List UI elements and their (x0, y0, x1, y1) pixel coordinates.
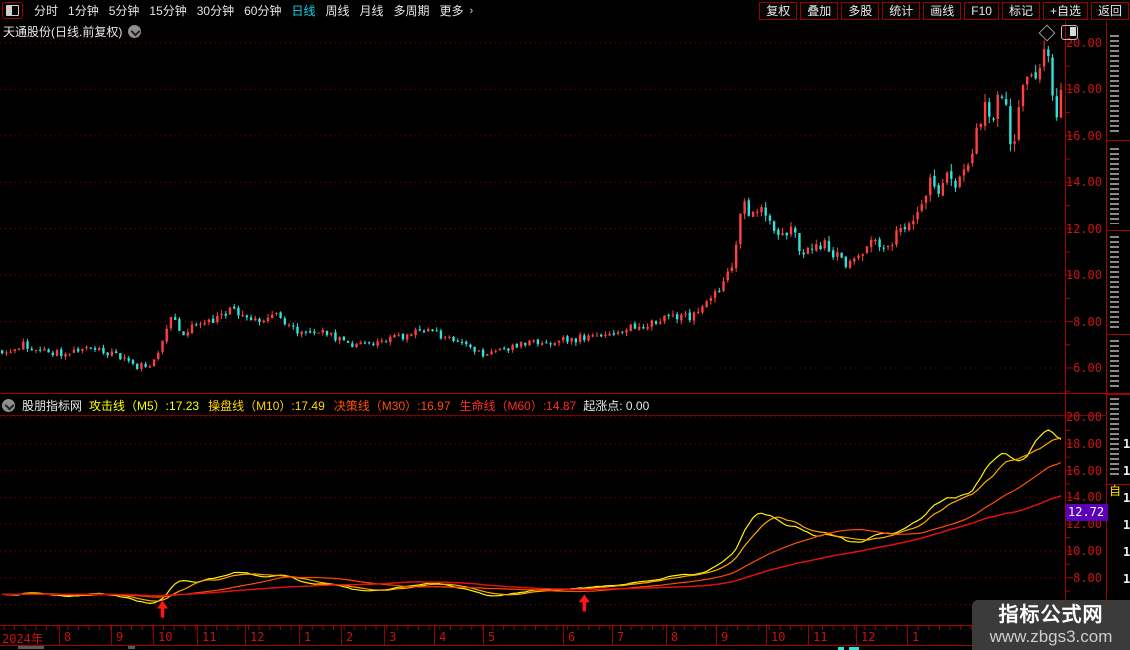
sub-axis-label: 8.00 (1073, 570, 1102, 585)
sub-axis-label: 14.00 (1065, 490, 1102, 505)
rise-point-text: 起涨点: (583, 399, 623, 413)
period-item-5分钟[interactable]: 5分钟 (104, 2, 145, 19)
diamond-icon[interactable] (1038, 24, 1056, 41)
date-axis-label: 2024年 (2, 632, 43, 646)
date-axis-label: 9 (116, 630, 124, 644)
chart-corner-icons (1038, 24, 1078, 41)
date-axis-label: 12 (250, 630, 265, 644)
date-axis-label: 11 (813, 630, 828, 644)
date-axis-label: 10 (771, 630, 786, 644)
date-axis-label: 6 (568, 630, 576, 644)
toolbar-button-多股[interactable]: 多股 (841, 1, 880, 20)
sub-axis-label: 20.00 (1065, 410, 1102, 424)
toolbar-button-标记[interactable]: 标记 (1001, 1, 1040, 20)
clipped-vertical-text (1110, 148, 1119, 224)
main-axis-label: 8.00 (1073, 314, 1102, 329)
toolbar-button-统计[interactable]: 统计 (882, 1, 921, 20)
ma-line-10 (2, 437, 1062, 602)
date-axis-label: 9 (721, 630, 729, 644)
clipped-tab-label[interactable]: 自 (1109, 482, 1121, 499)
clipped-vertical-text (1110, 236, 1119, 328)
toolbar-button-画线[interactable]: 画线 (923, 1, 962, 20)
rise-point-arrow-icon (156, 600, 168, 618)
indicator-line-value: 生命线（M60）:14.87 (459, 399, 577, 413)
period-item-月线[interactable]: 月线 (355, 2, 389, 19)
date-axis-label: 1 (304, 630, 312, 644)
indicator-line-value: 决策线（M30）:16.97 (333, 399, 451, 413)
watermark: 指标公式网 www.zbgs3.com (972, 600, 1130, 650)
clipped-price-digit: 1 (1123, 545, 1130, 559)
watermark-url: www.zbgs3.com (989, 626, 1113, 646)
toolbar-button-F10[interactable]: F10 (964, 1, 999, 20)
period-item-更多[interactable]: 更多 (435, 2, 469, 19)
ma-line-60 (2, 495, 1062, 597)
ma-line-5 (2, 429, 1062, 605)
toolbar-right-buttons: 复权 叠加 多股 统计 画线 F10 标记 +自选 返回 (759, 1, 1130, 20)
main-axis-label: 14.00 (1065, 175, 1102, 190)
sub-axis-label: 18.00 (1065, 436, 1102, 451)
indicator-line-value: 攻击线（M5）:17.23 (89, 399, 200, 413)
indicator-values: 攻击线（M5）:17.23 操盘线（M10）:17.49 决策线（M30）:16.9… (89, 397, 576, 414)
main-axis-label: 16.00 (1065, 128, 1102, 143)
indicator-line-value: 操盘线（M10）:17.49 (208, 399, 325, 413)
indicator-header: 股朋指标网 攻击线（M5）:17.23 操盘线（M10）:17.49 决策线（M30… (2, 397, 649, 414)
date-axis-label: 5 (488, 630, 496, 644)
toolbar-button-叠加[interactable]: 叠加 (800, 1, 839, 20)
date-axis-label: 11 (202, 630, 217, 644)
clipped-price-digit: 1 (1123, 464, 1130, 478)
indicator-source-label: 股朋指标网 (22, 399, 83, 413)
date-axis-label: 2 (346, 630, 354, 644)
period-menu: 分时 1分钟 5分钟 15分钟 30分钟 60分钟 日线 周线 月线 多周期 更多 (29, 2, 469, 19)
date-axis-label: 7 (617, 630, 625, 644)
rise-point-value: 0.00 (625, 399, 650, 413)
clipped-price-digit: 1 (1123, 491, 1130, 505)
period-item-1分钟[interactable]: 1分钟 (63, 2, 104, 19)
split-view-icon[interactable] (1061, 25, 1078, 40)
rise-point-label: 起涨点: 0.00 (583, 397, 649, 414)
panel-toggle-icon[interactable] (2, 2, 23, 19)
main-axis-label: 18.00 (1065, 82, 1102, 97)
period-item-周线[interactable]: 周线 (320, 2, 354, 19)
period-item-多周期[interactable]: 多周期 (389, 2, 435, 19)
date-axis-label: 10 (158, 630, 173, 644)
watermark-title: 指标公式网 (998, 603, 1104, 626)
toolbar-button-返回[interactable]: 返回 (1090, 1, 1129, 20)
period-item-日线[interactable]: 日线 (286, 2, 320, 19)
date-axis-label: 8 (64, 630, 72, 644)
period-item-30分钟[interactable]: 30分钟 (192, 2, 239, 19)
chart-title-row: 天通股份(日线.前复权) (3, 23, 142, 40)
date-axis-label: 8 (671, 630, 679, 644)
sub-axis-label: 16.00 (1065, 463, 1102, 478)
period-item-分时[interactable]: 分时 (29, 2, 63, 19)
chart-canvas (0, 0, 1130, 650)
date-axis-label: 12 (861, 630, 876, 644)
current-value-badge: 12.72 (1066, 504, 1108, 521)
toolbar-button-复权[interactable]: 复权 (759, 1, 798, 20)
clipped-vertical-text (1110, 340, 1119, 390)
sub-axis-label: 10.00 (1065, 544, 1102, 558)
main-axis-label: 10.00 (1065, 268, 1102, 283)
clipped-price-digit: 1 (1123, 518, 1130, 532)
clipped-vertical-text (1110, 35, 1119, 135)
app-window: 分时 1分钟 5分钟 15分钟 30分钟 60分钟 日线 周线 月线 多周期 更多 › 复权 叠加 多股… (0, 0, 1130, 650)
clipped-vertical-text (1110, 398, 1119, 478)
main-axis-label: 12.00 (1065, 221, 1102, 236)
stock-title: 天通股份(日线.前复权) (3, 25, 123, 39)
toolbar-button-+自选[interactable]: +自选 (1042, 1, 1088, 20)
main-axis-label: 6.00 (1073, 360, 1102, 375)
date-axis-label: 3 (389, 630, 397, 644)
top-toolbar: 分时 1分钟 5分钟 15分钟 30分钟 60分钟 日线 周线 月线 多周期 更多 › 复权 叠加 多股… (0, 0, 1130, 21)
period-item-60分钟[interactable]: 60分钟 (239, 2, 286, 19)
rise-point-arrow-icon (578, 594, 590, 612)
date-axis-label: 4 (439, 630, 447, 644)
date-axis-label: 1 (912, 630, 920, 644)
clipped-price-digit: 1 (1123, 572, 1130, 586)
chevron-right-icon: › (469, 4, 474, 17)
chevron-down-circle-icon[interactable] (2, 399, 15, 412)
chevron-down-circle-icon[interactable] (128, 25, 142, 38)
clipped-price-digit: 1 (1123, 437, 1130, 451)
period-item-15分钟[interactable]: 15分钟 (144, 2, 191, 19)
